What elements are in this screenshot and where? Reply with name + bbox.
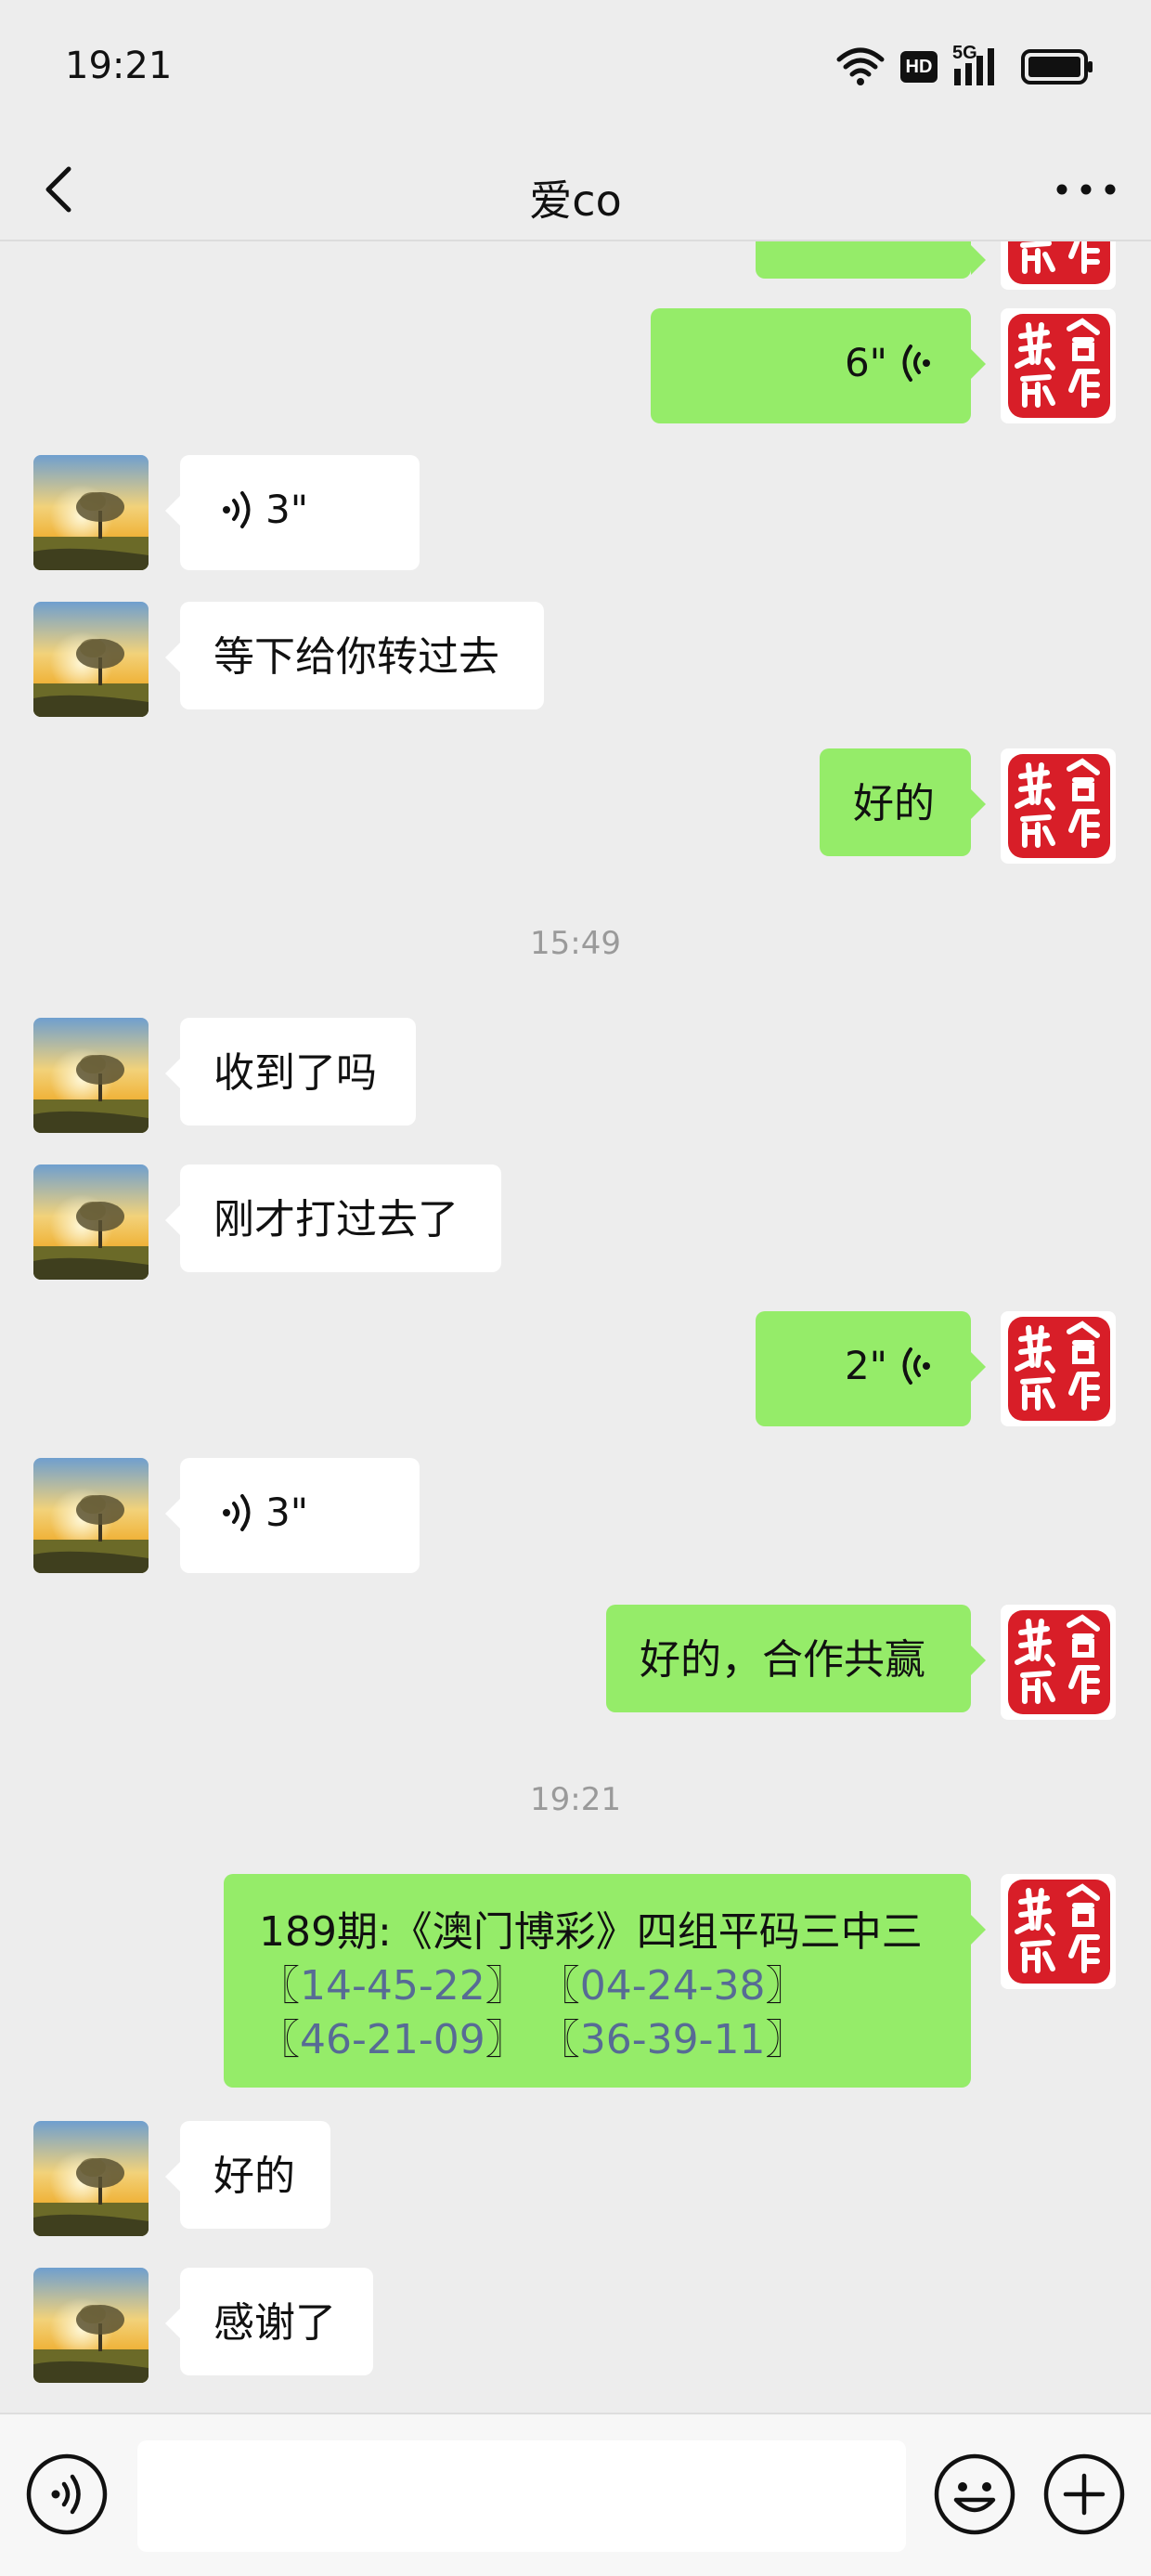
contact-avatar[interactable] bbox=[33, 1458, 149, 1573]
message-text: 等下给你转过去 bbox=[213, 633, 499, 681]
number-group[interactable]: 04-24-38 bbox=[580, 1962, 766, 2010]
voice-duration: 6" bbox=[844, 340, 887, 385]
battery-icon bbox=[1021, 49, 1093, 85]
message-bubble-partial[interactable] bbox=[756, 241, 986, 279]
voice-message-incoming[interactable]: 3" bbox=[165, 1458, 420, 1573]
signal-icon: 5G bbox=[952, 43, 1006, 87]
text-message-outgoing[interactable]: 好的，合作共赢 bbox=[606, 1605, 986, 1712]
text-message-outgoing[interactable]: 好的 bbox=[820, 748, 986, 856]
voice-icon bbox=[902, 344, 930, 382]
message-line: 〖14-45-22〗 〖04-24-38〗 bbox=[259, 1962, 807, 2010]
contact-avatar[interactable] bbox=[33, 602, 149, 717]
wifi-icon bbox=[836, 47, 885, 85]
number-group[interactable]: 14-45-22 bbox=[300, 1962, 485, 2010]
hd-badge: HD bbox=[900, 51, 938, 83]
contact-avatar[interactable] bbox=[33, 1164, 149, 1280]
contact-avatar-self[interactable] bbox=[1001, 1311, 1116, 1426]
message-text: 感谢了 bbox=[213, 2299, 336, 2347]
text-message-incoming[interactable]: 感谢了 bbox=[165, 2268, 373, 2375]
voice-icon bbox=[223, 1493, 251, 1531]
message-text: 好的 bbox=[213, 2153, 295, 2200]
message-text: 189期:《澳门博彩》四组平码三中三 〖14-45-22〗 〖04-24-38〗… bbox=[259, 1906, 923, 2067]
message-line: 189期:《澳门博彩》四组平码三中三 bbox=[259, 1908, 923, 1956]
voice-duration: 2" bbox=[844, 1343, 887, 1388]
message-input[interactable] bbox=[137, 2440, 906, 2552]
voice-message-outgoing[interactable]: 2" bbox=[756, 1311, 986, 1426]
voice-duration: 3" bbox=[265, 487, 309, 532]
plus-icon[interactable] bbox=[1041, 2452, 1127, 2537]
voice-message-outgoing[interactable]: 6" bbox=[651, 308, 986, 423]
status-time: 19:21 bbox=[65, 45, 173, 87]
contact-avatar-self[interactable] bbox=[1001, 308, 1116, 423]
contact-avatar-self[interactable] bbox=[1001, 1874, 1116, 1989]
text-message-incoming[interactable]: 收到了吗 bbox=[165, 1018, 416, 1125]
chat-title: 爱co bbox=[529, 176, 622, 226]
contact-avatar-self[interactable] bbox=[1001, 748, 1116, 864]
message-timestamp: 15:49 bbox=[530, 925, 621, 962]
text-message-incoming[interactable]: 好的 bbox=[165, 2121, 330, 2229]
emoji-icon[interactable] bbox=[932, 2452, 1017, 2537]
number-group[interactable]: 36-39-11 bbox=[580, 2016, 766, 2063]
contact-avatar[interactable] bbox=[33, 2268, 149, 2383]
text-message-incoming[interactable]: 等下给你转过去 bbox=[165, 602, 544, 709]
status-bar: 19:21 HD 5G bbox=[0, 0, 1151, 139]
contact-avatar-self[interactable] bbox=[1001, 1605, 1116, 1720]
message-text: 收到了吗 bbox=[213, 1049, 377, 1097]
message-timestamp: 19:21 bbox=[530, 1781, 621, 1818]
message-text: 好的，合作共赢 bbox=[640, 1636, 925, 1684]
message-list[interactable]: 6" 3" 等下给你转过去 好的 15:49 收到了吗 刚才打过去了 2" 3"… bbox=[0, 241, 1151, 2413]
contact-avatar-self[interactable] bbox=[1001, 241, 1116, 290]
voice-duration: 3" bbox=[265, 1490, 309, 1535]
contact-avatar[interactable] bbox=[33, 1018, 149, 1133]
text-message-incoming[interactable]: 刚才打过去了 bbox=[165, 1164, 501, 1272]
message-text: 好的 bbox=[853, 780, 935, 827]
text-message-outgoing[interactable]: 189期:《澳门博彩》四组平码三中三 〖14-45-22〗 〖04-24-38〗… bbox=[224, 1874, 986, 2088]
contact-avatar[interactable] bbox=[33, 2121, 149, 2236]
message-text: 刚才打过去了 bbox=[213, 1196, 459, 1243]
contact-avatar[interactable] bbox=[33, 455, 149, 570]
message-line: 〖46-21-09〗 〖36-39-11〗 bbox=[259, 2016, 807, 2063]
status-icons: HD 5G bbox=[835, 43, 1095, 89]
number-group[interactable]: 46-21-09 bbox=[300, 2016, 485, 2063]
voice-input-icon[interactable] bbox=[24, 2452, 110, 2537]
more-dots-icon[interactable] bbox=[1053, 160, 1119, 219]
input-bar bbox=[0, 2413, 1151, 2576]
voice-icon bbox=[902, 1347, 930, 1385]
voice-icon bbox=[223, 490, 251, 528]
chat-header: 爱co bbox=[0, 139, 1151, 241]
voice-message-incoming[interactable]: 3" bbox=[165, 455, 420, 570]
